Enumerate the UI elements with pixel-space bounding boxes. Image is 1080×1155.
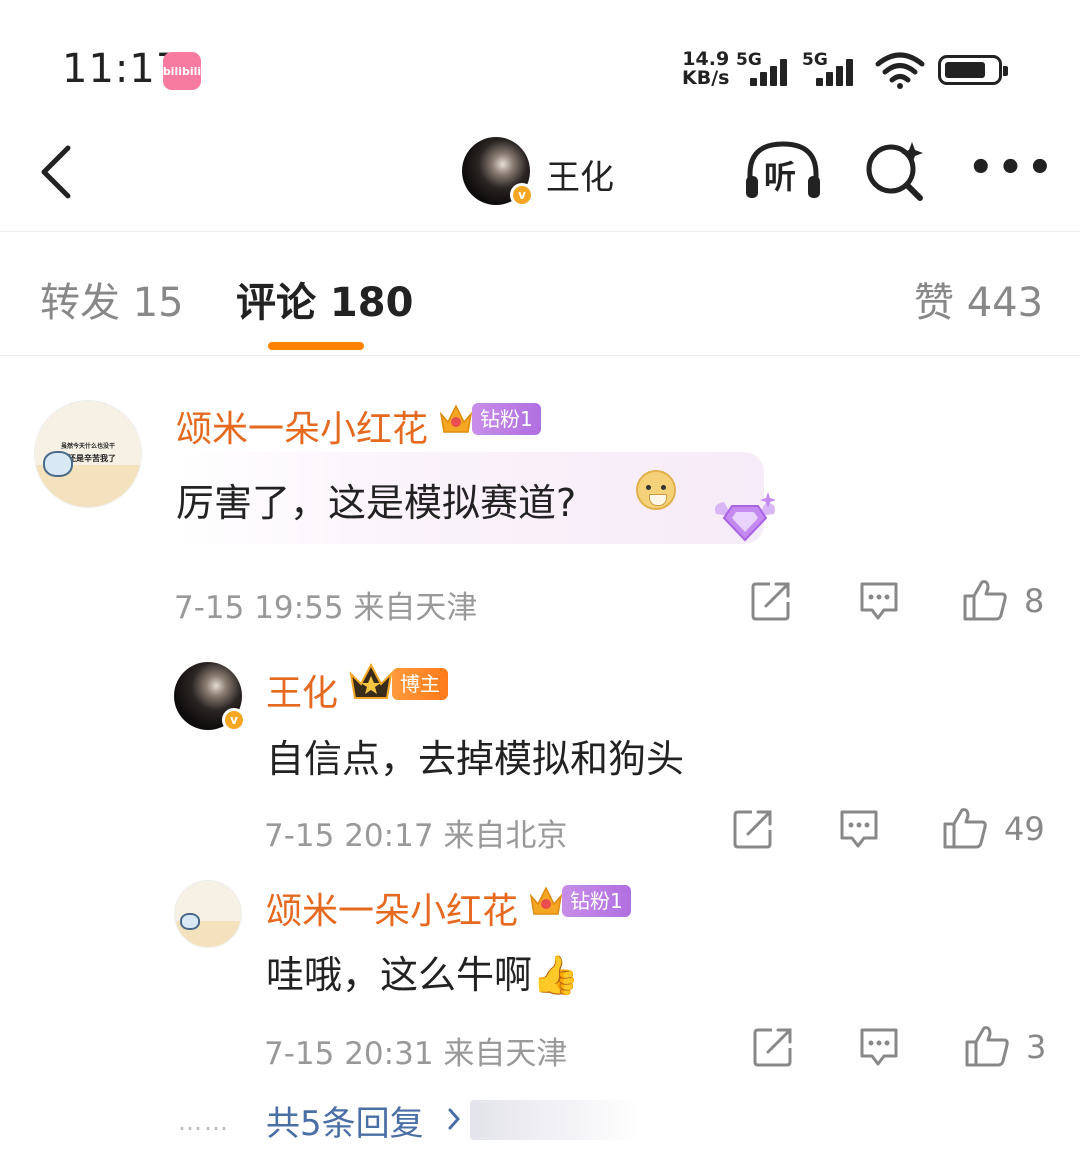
author-name[interactable]: 王化 <box>546 150 614 199</box>
more-replies-link[interactable]: 共5条回复 <box>266 1096 424 1145</box>
tab-repost[interactable]: 转发 15 <box>40 270 184 328</box>
verified-v-icon: v <box>510 183 534 207</box>
network-speed: 14.9 KB/s <box>682 50 729 88</box>
author-avatar[interactable]: v <box>462 137 534 207</box>
more-options-icon[interactable]: ••• <box>968 148 1053 188</box>
fan-level-badge: 钻粉1 <box>472 403 541 435</box>
top-navigation-bar: v 王化 听 ••• <box>0 120 1080 232</box>
like-count: 3 <box>1026 1028 1047 1066</box>
thumbs-up-icon[interactable] <box>962 578 1008 622</box>
reply-time-location: 7-15 20:17 来自北京 <box>264 818 568 854</box>
comment-username[interactable]: 颂米一朵小红花 <box>176 400 428 452</box>
blogger-crown-icon <box>349 662 393 699</box>
fan-crown-icon <box>529 886 563 915</box>
search-sparkle-icon[interactable] <box>862 138 928 204</box>
reply-time-location: 7-15 20:31 来自天津 <box>264 1036 568 1072</box>
network-speed-unit: KB/s <box>682 67 730 89</box>
avatar-caption-line-1: 虽然今天什么也没干 <box>60 443 115 450</box>
like-count: 49 <box>1004 810 1045 848</box>
bilibili-app-icon: bilibili <box>163 52 201 90</box>
fan-crown-icon <box>439 404 473 433</box>
listen-button[interactable]: 听 <box>742 138 824 204</box>
comment-text: 厉害了，这是模拟赛道? <box>176 481 577 525</box>
like-count: 8 <box>1024 582 1045 620</box>
commenter-avatar[interactable]: 虽然今天什么也没干 但还是辛苦我了 <box>34 400 142 508</box>
diamond-fan-decoration-icon <box>715 492 776 542</box>
reply-comment-icon[interactable] <box>838 808 880 850</box>
reply-username[interactable]: 颂米一朵小红花 <box>266 882 518 934</box>
reply-username[interactable]: 王化 <box>266 664 338 716</box>
signal-bars-icon <box>816 56 862 86</box>
avatar-figure <box>180 913 200 930</box>
avatar-figure <box>43 451 73 477</box>
fan-level-badge: 钻粉1 <box>562 885 631 917</box>
comment-time-location: 7-15 19:55 来自天津 <box>174 590 478 626</box>
tab-comment[interactable]: 评论 180 <box>236 270 413 328</box>
battery-icon <box>938 55 1008 85</box>
active-tab-indicator <box>268 342 364 350</box>
repost-icon[interactable] <box>750 580 792 622</box>
verified-v-icon: v <box>222 708 246 732</box>
signal-bars-icon <box>750 56 796 86</box>
reply-commenter-avatar[interactable] <box>174 880 242 948</box>
reply-author-avatar[interactable]: v <box>174 662 246 732</box>
more-replies-dots: …… <box>178 1108 230 1136</box>
doge-emoji-icon <box>636 470 676 510</box>
thumbs-up-icon[interactable] <box>942 806 988 850</box>
repost-icon[interactable] <box>732 808 774 850</box>
tab-like[interactable]: 赞 443 <box>914 270 1043 328</box>
reply-text: 自信点，去掉模拟和狗头 <box>266 737 685 781</box>
thumbs-up-icon[interactable] <box>964 1024 1010 1068</box>
reply-comment-icon[interactable] <box>858 1026 900 1068</box>
reply-comment-icon[interactable] <box>858 580 900 622</box>
listen-label: 听 <box>764 158 797 196</box>
chevron-right-icon[interactable] <box>446 1104 462 1134</box>
back-arrow-icon[interactable] <box>36 142 78 202</box>
tab-bar: 转发 15 评论 180 赞 443 <box>0 232 1080 356</box>
reply-text: 哇哦，这么牛啊👍 <box>266 953 580 997</box>
repost-icon[interactable] <box>752 1026 794 1068</box>
wifi-icon <box>875 52 925 89</box>
blogger-badge: 博主 <box>392 668 448 700</box>
loading-fade-overlay <box>470 1100 640 1140</box>
status-bar: 11:17 bilibili 14.9 KB/s 5G 5G <box>0 0 1080 120</box>
